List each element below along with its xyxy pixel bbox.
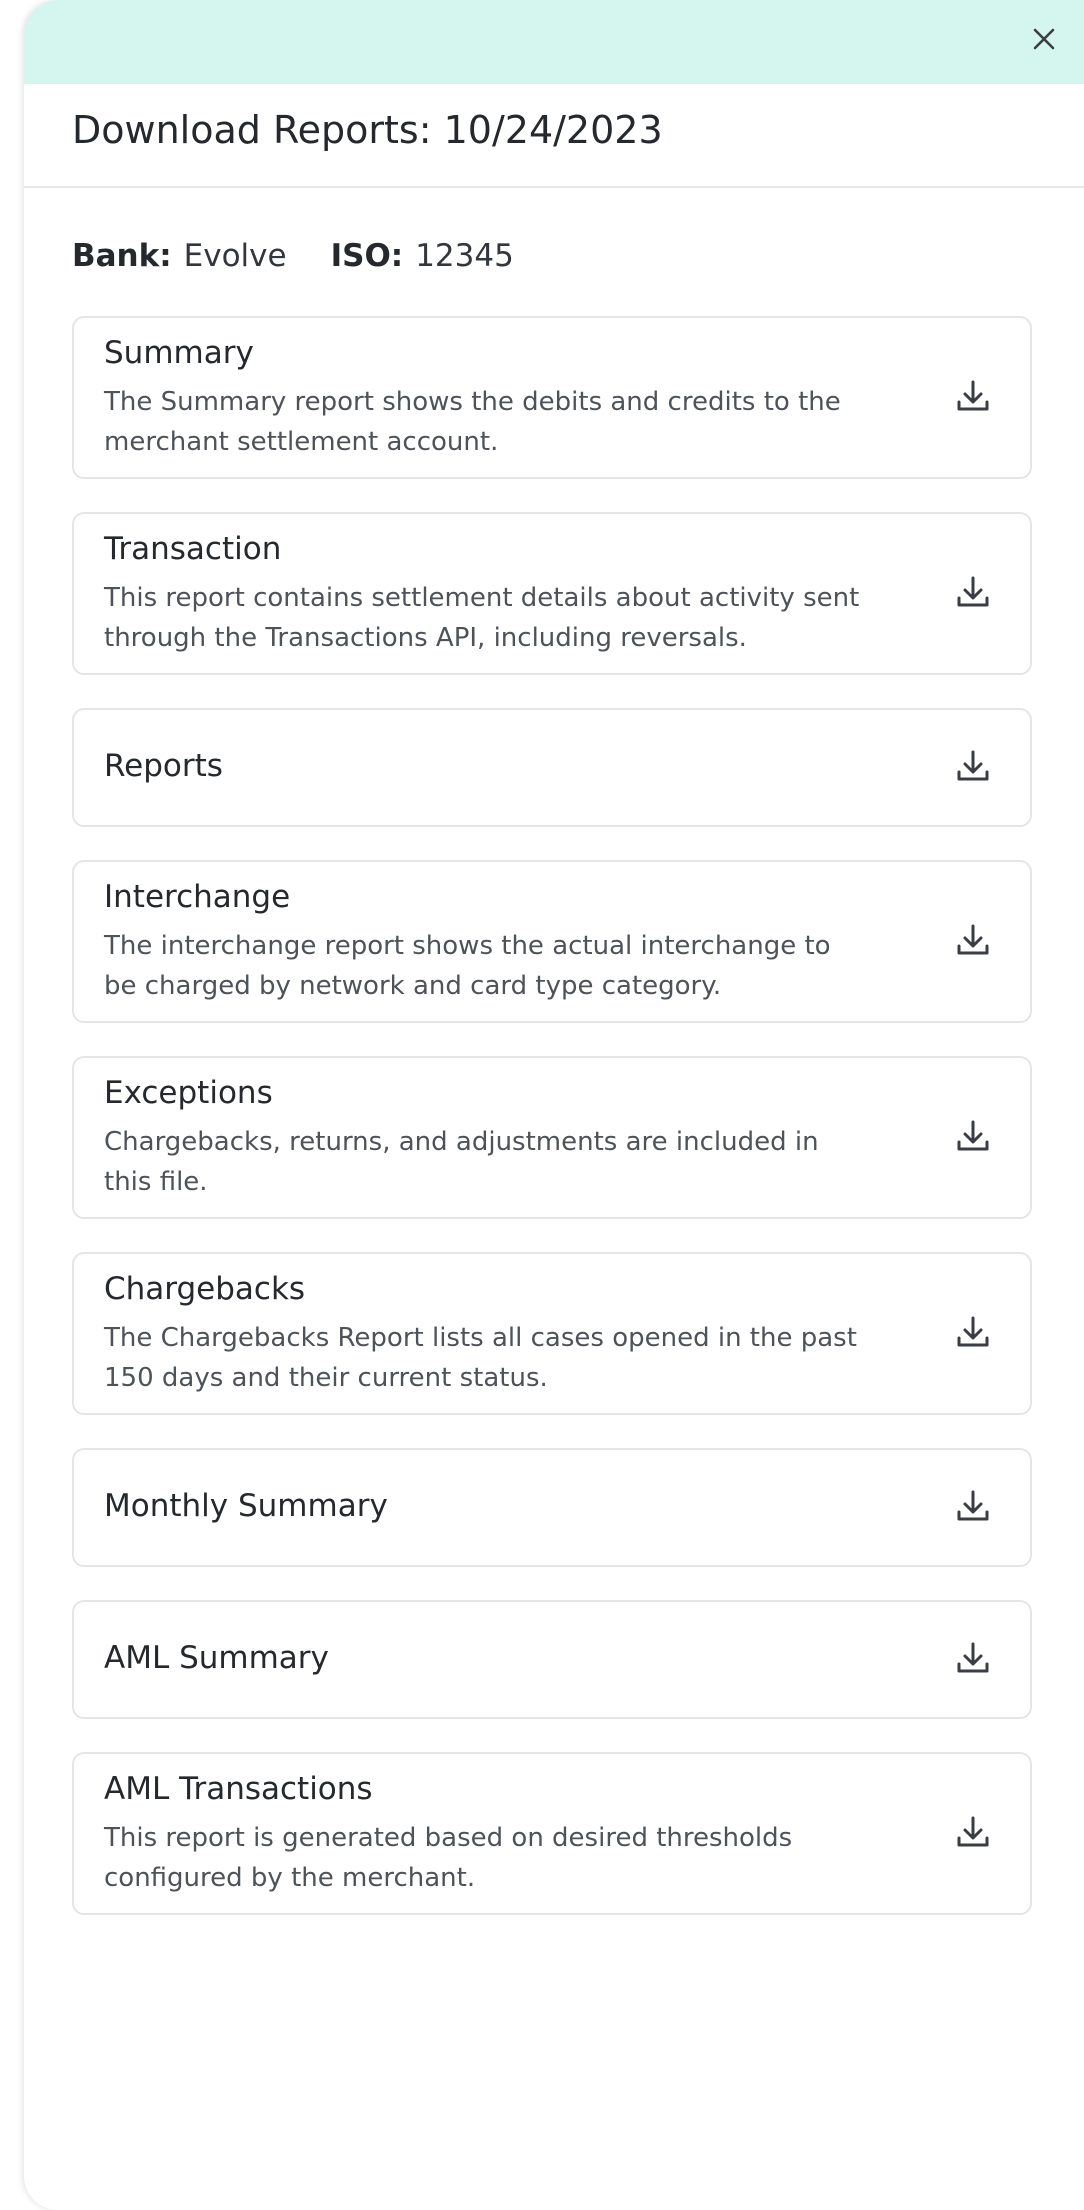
report-description: Chargebacks, returns, and adjustments ar… — [104, 1127, 819, 1197]
download-icon[interactable] — [953, 746, 993, 786]
report-description: This report is generated based on desire… — [104, 1823, 793, 1893]
report-title: Reports — [104, 747, 223, 784]
download-icon[interactable] — [953, 1638, 993, 1678]
download-icon[interactable] — [953, 1116, 993, 1156]
report-description: The Summary report shows the debits and … — [104, 387, 841, 457]
report-title: Exceptions — [104, 1075, 273, 1111]
download-icon[interactable] — [953, 1812, 993, 1852]
report-title: AML Summary — [104, 1639, 329, 1676]
report-card-aml-summary[interactable]: AML Summary — [72, 1600, 1032, 1719]
download-icon[interactable] — [953, 920, 993, 960]
close-button[interactable] — [1027, 22, 1061, 56]
panel-header-bar — [24, 0, 1084, 84]
report-card-reports[interactable]: Reports — [72, 708, 1032, 827]
bank-iso-info: Bank: Evolve ISO: 12345 — [72, 238, 514, 274]
report-card-summary[interactable]: Summary The Summary report shows the debi… — [72, 316, 1032, 479]
download-icon[interactable] — [953, 1312, 993, 1352]
report-title: Monthly Summary — [104, 1487, 388, 1524]
report-card-monthly-summary[interactable]: Monthly Summary — [72, 1448, 1032, 1567]
report-card-aml-transactions[interactable]: AML Transactions This report is generated… — [72, 1752, 1032, 1915]
report-description: The interchange report shows the actual … — [104, 931, 831, 1001]
download-icon[interactable] — [953, 1486, 993, 1526]
download-icon[interactable] — [953, 376, 993, 416]
report-title: Interchange — [104, 879, 291, 915]
page-title: Download Reports: 10/24/2023 — [72, 108, 663, 152]
iso-label: ISO: — [330, 238, 404, 274]
report-card-transaction[interactable]: Transaction This report contains settleme… — [72, 512, 1032, 675]
bank-label: Bank: — [72, 238, 172, 274]
report-card-exceptions[interactable]: Exceptions Chargebacks, returns, and adju… — [72, 1056, 1032, 1219]
bank-value: Evolve — [183, 238, 287, 274]
download-icon[interactable] — [953, 572, 993, 612]
report-title: AML Transactions — [104, 1771, 373, 1807]
report-card-chargebacks[interactable]: Chargebacks The Chargebacks Report lists … — [72, 1252, 1032, 1415]
header-divider — [24, 186, 1084, 188]
report-description: The Chargebacks Report lists all cases o… — [104, 1323, 857, 1393]
report-title: Transaction — [104, 531, 282, 567]
download-reports-panel: Download Reports: 10/24/2023 Bank: Evolve… — [24, 0, 1084, 2210]
iso-value: 12345 — [415, 238, 514, 274]
report-card-interchange[interactable]: Interchange The interchange report shows … — [72, 860, 1032, 1023]
report-title: Summary — [104, 335, 254, 371]
report-title: Chargebacks — [104, 1271, 306, 1307]
close-icon — [1033, 28, 1055, 50]
report-description: This report contains settlement details … — [104, 583, 860, 653]
